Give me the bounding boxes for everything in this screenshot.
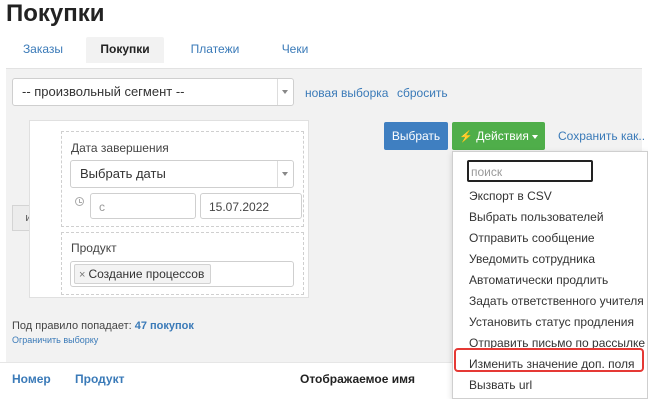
actions-search-input[interactable]: поиск [467, 160, 593, 182]
product-tag-label: Создание процессов [88, 267, 205, 281]
tab-orders[interactable]: Заказы [12, 37, 74, 63]
caret-down-icon [531, 134, 538, 139]
product-tag: × Создание процессов [74, 264, 212, 284]
segment-select[interactable]: -- произвольный сегмент -- [12, 78, 294, 106]
page-title: Покупки [6, 0, 105, 27]
date-to-value: 15.07.2022 [209, 200, 270, 214]
menu-item-notify-employee[interactable]: Уведомить сотрудника [469, 252, 595, 266]
date-range-select-value: Выбрать даты [80, 166, 166, 181]
menu-item-send-message[interactable]: Отправить сообщение [469, 231, 595, 245]
menu-item-auto-renew[interactable]: Автоматически продлить [469, 273, 608, 287]
product-label: Продукт [71, 241, 117, 255]
date-to-field[interactable]: 15.07.2022 [200, 193, 302, 219]
menu-item-call-url[interactable]: Вызвать url [469, 378, 532, 392]
segment-select-value: -- произвольный сегмент -- [22, 84, 185, 99]
highlight-frame [454, 348, 644, 372]
new-selection-link[interactable]: новая выборка [305, 86, 388, 100]
date-from-placeholder: с [99, 200, 105, 214]
bolt-icon: ⚡ [459, 131, 473, 143]
reset-link[interactable]: сбросить [397, 86, 448, 100]
date-range-select[interactable]: Выбрать даты [70, 160, 294, 188]
menu-item-renewal-status[interactable]: Установить статус продления [469, 315, 634, 329]
chevron-down-icon [277, 161, 293, 187]
chevron-down-icon [277, 79, 293, 105]
actions-button-label: Действия [476, 129, 529, 143]
menu-item-export-csv[interactable]: Экспорт в CSV [469, 189, 552, 203]
tab-bar: Заказы Покупки Платежи Чеки [0, 37, 648, 63]
end-date-label: Дата завершения [71, 141, 169, 155]
save-as-link[interactable]: Сохранить как... [558, 129, 644, 143]
menu-item-select-users[interactable]: Выбрать пользователей [469, 210, 604, 224]
tab-purchases[interactable]: Покупки [86, 37, 164, 63]
actions-button[interactable]: ⚡ Действия [452, 122, 545, 150]
tab-receipts[interactable]: Чеки [270, 37, 320, 63]
column-product[interactable]: Продукт [75, 372, 124, 386]
column-display-name: Отображаемое имя [300, 372, 415, 386]
tab-payments[interactable]: Платежи [178, 37, 252, 63]
remove-tag-icon[interactable]: × [79, 269, 85, 281]
match-count-link[interactable]: 47 покупок [135, 320, 194, 332]
clock-icon [75, 197, 84, 206]
menu-item-assign-teacher[interactable]: Задать ответственного учителя [469, 294, 644, 308]
limit-selection-link[interactable]: Ограничить выборку [12, 335, 98, 345]
rule-match-count: Под правило попадает: 47 покупок [12, 320, 194, 332]
match-count-prefix: Под правило попадает: [12, 320, 132, 332]
column-number[interactable]: Номер [12, 372, 51, 386]
choose-button[interactable]: Выбрать [384, 122, 448, 150]
date-from-field[interactable]: с [90, 193, 196, 219]
